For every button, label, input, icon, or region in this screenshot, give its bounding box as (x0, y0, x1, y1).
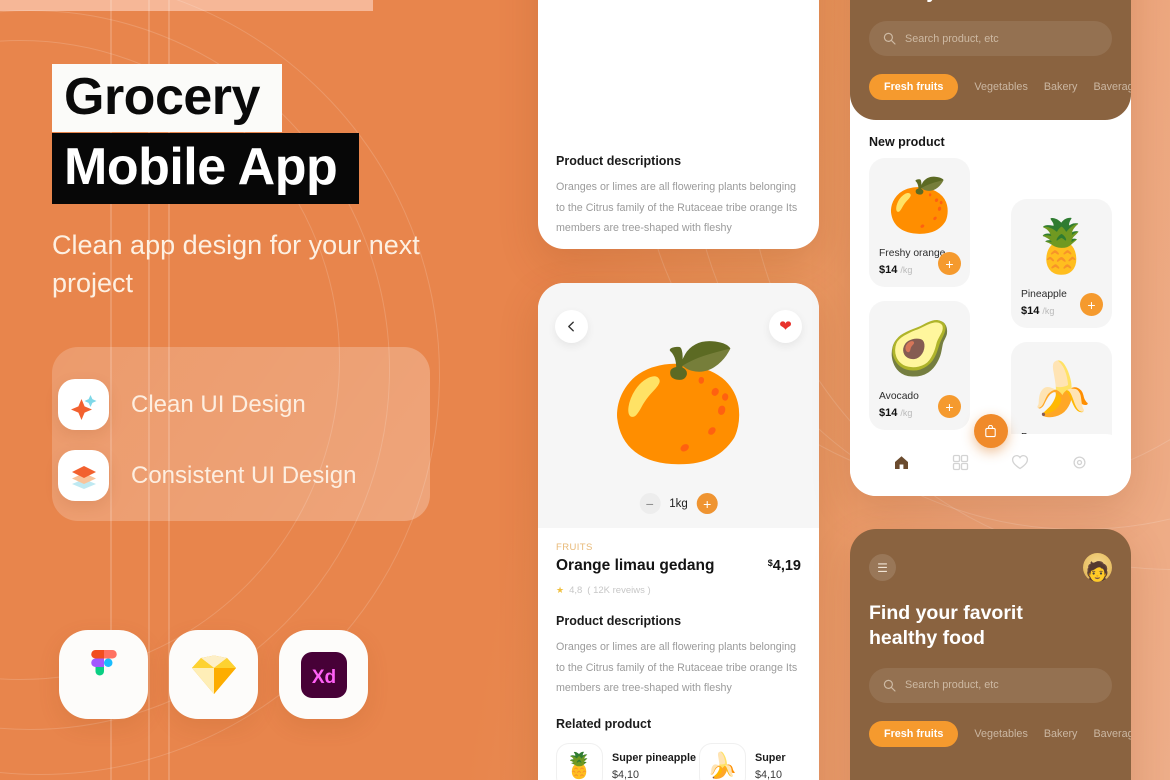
search-icon (883, 33, 896, 45)
quantity-stepper[interactable]: − 1kg + (639, 493, 718, 514)
category-chip-vegetables[interactable]: Vegetables (974, 81, 1027, 93)
feature-label: Consistent UI Design (131, 461, 357, 489)
sparkle-icon (58, 379, 109, 430)
sketch-icon (169, 630, 258, 719)
related-product-name: Super pineapple (612, 751, 696, 764)
product-rating: ★ 4,8 ( 12K reveiws ) (556, 585, 801, 596)
category-chip-vegetables[interactable]: Vegetables (974, 728, 1027, 740)
figma-icon (59, 630, 148, 719)
feature-item-consistent-ui: Consistent UI Design (58, 440, 356, 511)
feature-list: Clean UI Design Consistent UI Design (58, 369, 356, 511)
pineapple-icon: 🍍 (556, 742, 603, 780)
pineapple-icon: 🍍 (1029, 218, 1094, 277)
product-name: Orange limau gedang (556, 557, 715, 574)
search-title-line2: healthy food (869, 627, 985, 650)
orange-icon: 🍊 (887, 177, 952, 236)
search-icon (883, 679, 896, 692)
feature-label: Clean UI Design (131, 390, 306, 418)
related-product-item[interactable]: 🍌 Super $4,10 (699, 742, 819, 780)
new-product-heading: New product (869, 135, 945, 150)
category-chip-list: Fresh fruits Vegetables Bakery Baverage (869, 720, 1131, 767)
hero-title-line2: Mobile App (52, 133, 360, 205)
category-chip-fresh-fruits[interactable]: Fresh fruits (869, 720, 959, 747)
layers-icon (58, 450, 109, 501)
feature-item-clean-ui: Clean UI Design (58, 369, 356, 440)
search-input[interactable]: Search product, etc (869, 21, 1112, 57)
product-card-avocado[interactable]: 🥑 Avocado $14 /kg + (869, 301, 970, 431)
related-product-item[interactable]: 🍍 Super pineapple $4,10 (556, 742, 696, 780)
user-avatar[interactable]: 🧑 (1083, 553, 1112, 582)
rating-count: ( 12K reveiws ) (587, 585, 651, 596)
adobe-xd-icon: Xd (279, 630, 368, 719)
category-chip-fresh-fruits[interactable]: Fresh fruits (869, 74, 959, 101)
svg-text:Xd: Xd (311, 667, 335, 688)
product-card-pineapple[interactable]: 🍍 Pineapple $14 /kg + (1011, 199, 1112, 329)
back-button[interactable] (555, 310, 588, 343)
tool-badges: Xd (59, 630, 368, 719)
product-grid: 🍊 Freshy orange $14 /kg + 🥑 Avocado $14 … (850, 158, 1131, 472)
category-chip-list: Fresh fruits Vegetables Bakery Baverage (869, 74, 1131, 120)
descriptions-body: Oranges or limes are all flowering plant… (556, 181, 798, 235)
home-header: healthy food Search product, etc Fresh f… (850, 0, 1131, 121)
orange-icon: 🍊 (608, 339, 749, 465)
search-screen-card: ☰ 🧑 Find your favorit healthy food Searc… (850, 529, 1131, 780)
chevron-left-icon (568, 321, 574, 332)
nav-home-icon[interactable] (893, 454, 910, 476)
rating-value: 4,8 (569, 585, 583, 596)
category-chip-bakery[interactable]: Bakery (1044, 728, 1078, 740)
nav-grid-icon[interactable] (952, 454, 969, 476)
product-price: $4,19 (768, 557, 801, 574)
price-amount: 4,19 (772, 558, 801, 574)
home-header-title: healthy food (869, 0, 1112, 5)
search-input[interactable]: Search product, etc (869, 667, 1112, 703)
hero-section: Grocery Mobile App Clean app design for … (52, 64, 482, 303)
related-product-name: Super (755, 751, 786, 764)
avocado-icon: 🥑 (887, 320, 952, 379)
star-icon: ★ (556, 585, 565, 595)
related-product-price: $4,10 (612, 768, 640, 780)
search-title-line1: Find your favorit (869, 602, 1023, 624)
related-product-price: $4,10 (755, 768, 783, 780)
descriptions-body: Oranges or limes are all flowering plant… (556, 641, 798, 695)
hero-subtitle: Clean app design for your next project (52, 230, 420, 299)
category-chip-bakery[interactable]: Bakery (1044, 81, 1078, 93)
related-heading: Related product (556, 716, 652, 731)
banana-icon: 🍌 (699, 742, 746, 780)
favorite-button[interactable]: ❤ (769, 310, 802, 343)
quantity-value: 1kg (669, 497, 688, 510)
quantity-increase-button[interactable]: + (696, 493, 718, 514)
product-hero-area: ❤ 🍊 − 1kg + (538, 283, 819, 528)
hero-title-line1: Grocery (52, 64, 282, 133)
shopping-bag-icon[interactable] (973, 414, 1008, 448)
quantity-decrease-button[interactable]: − (639, 493, 661, 514)
banana-icon: 🍌 (1029, 361, 1094, 420)
product-card-freshy-orange[interactable]: 🍊 Freshy orange $14 /kg + (869, 158, 970, 288)
descriptions-heading: Product descriptions (556, 614, 682, 628)
product-detail-card: ❤ 🍊 − 1kg + FRUITS Orange limau gedang $… (538, 283, 819, 780)
related-product-list: 🍍 Super pineapple $4,10 🍌 Super $4,10 (556, 742, 801, 780)
home-screen-card: healthy food Search product, etc Fresh f… (850, 0, 1131, 496)
search-placeholder: Search product, etc (905, 679, 999, 692)
hamburger-menu-icon[interactable]: ☰ (869, 554, 896, 581)
nav-heart-outline-icon[interactable] (1011, 454, 1029, 476)
search-placeholder: Search product, etc (905, 32, 999, 45)
nav-gear-icon[interactable] (1071, 454, 1088, 476)
heart-icon: ❤ (779, 318, 792, 335)
product-category: FRUITS (556, 542, 593, 553)
descriptions-heading: Product descriptions (556, 154, 682, 168)
product-description-card: Product descriptions Oranges or limes ar… (538, 0, 819, 249)
category-chip-baverage[interactable]: Baverage (1093, 728, 1131, 740)
category-chip-baverage[interactable]: Baverage (1093, 81, 1131, 93)
